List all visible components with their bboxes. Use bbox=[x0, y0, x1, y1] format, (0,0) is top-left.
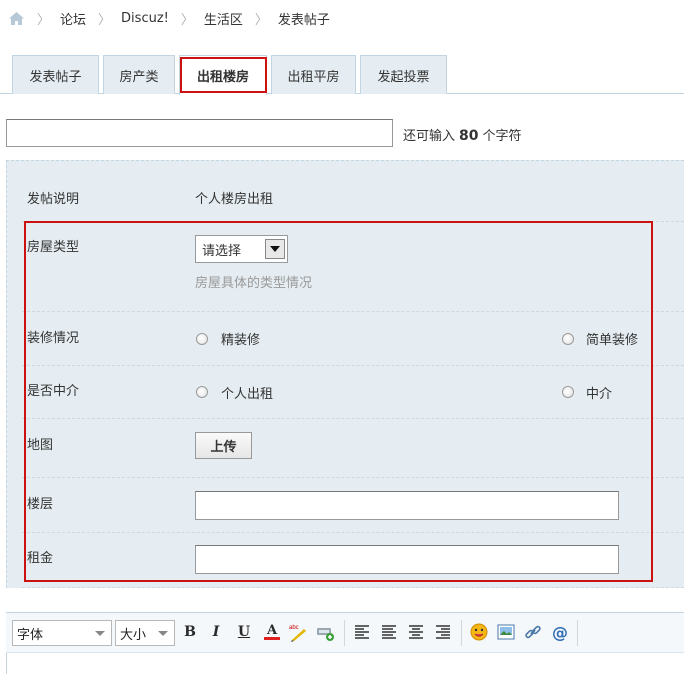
bold-button[interactable]: B bbox=[180, 622, 200, 642]
char-counter: 还可输入 80 个字符 bbox=[403, 125, 522, 144]
font-select[interactable]: 字体 bbox=[12, 620, 112, 646]
breadcrumb-item-discuz[interactable]: Discuz! bbox=[121, 11, 169, 26]
size-select-value: 大小 bbox=[120, 627, 147, 643]
tab-post[interactable]: 发表帖子 bbox=[12, 55, 99, 94]
row-divider bbox=[22, 587, 684, 588]
description-label: 发帖说明 bbox=[27, 192, 80, 207]
chevron-down-icon bbox=[158, 631, 168, 636]
align-left-icon[interactable] bbox=[352, 622, 372, 642]
row-divider bbox=[22, 221, 684, 222]
row-divider bbox=[22, 418, 684, 419]
text-color-button[interactable]: A bbox=[262, 622, 282, 642]
radio-label-personal-rent[interactable]: 个人出租 bbox=[221, 383, 273, 402]
font-select-value: 字体 bbox=[17, 627, 44, 643]
post-type-tabs: 发表帖子 房产类 出租楼房 出租平房 发起投票 bbox=[0, 54, 684, 95]
char-counter-prefix: 还可输入 bbox=[403, 129, 456, 144]
toolbar-divider bbox=[461, 620, 462, 646]
row-divider bbox=[22, 532, 684, 533]
breadcrumb-item-life[interactable]: 生活区 bbox=[204, 9, 243, 28]
tab-poll[interactable]: 发起投票 bbox=[360, 55, 447, 94]
image-icon[interactable] bbox=[496, 622, 516, 642]
spellcheck-icon[interactable]: abc bbox=[288, 622, 308, 642]
align-center-icon[interactable] bbox=[406, 622, 426, 642]
breadcrumb: 〉 论坛 〉 Discuz! 〉 生活区 〉 发表帖子 bbox=[8, 8, 330, 28]
decoration-label: 装修情况 bbox=[27, 331, 80, 346]
chevron-down-icon[interactable] bbox=[265, 239, 285, 259]
svg-text:abc: abc bbox=[289, 625, 299, 631]
description-value: 个人楼房出租 bbox=[195, 192, 274, 207]
tab-rent-bungalow[interactable]: 出租平房 bbox=[271, 55, 356, 94]
house-type-label: 房屋类型 bbox=[27, 240, 80, 255]
breadcrumb-separator: 〉 bbox=[37, 12, 51, 28]
text-color-icon: A bbox=[266, 623, 278, 638]
house-type-selected: 请选择 bbox=[202, 243, 242, 259]
floor-input[interactable] bbox=[195, 491, 619, 520]
tab-rent-building[interactable]: 出租楼房 bbox=[179, 55, 267, 95]
map-label: 地图 bbox=[27, 438, 54, 453]
upload-button[interactable]: 上传 bbox=[195, 432, 252, 459]
underline-button[interactable]: U bbox=[234, 622, 254, 642]
size-select[interactable]: 大小 bbox=[115, 620, 175, 646]
rent-label: 租金 bbox=[27, 551, 54, 566]
breadcrumb-separator: 〉 bbox=[180, 12, 194, 28]
radio-agent[interactable] bbox=[562, 386, 574, 398]
breadcrumb-separator: 〉 bbox=[254, 12, 268, 28]
chevron-down-icon bbox=[95, 631, 105, 636]
agent-label: 是否中介 bbox=[27, 384, 80, 399]
char-counter-suffix: 个字符 bbox=[482, 129, 522, 144]
breadcrumb-item-forum[interactable]: 论坛 bbox=[60, 9, 86, 28]
radio-label-agent[interactable]: 中介 bbox=[586, 383, 612, 402]
toolbar-divider bbox=[577, 620, 578, 646]
align-right-icon[interactable] bbox=[433, 622, 453, 642]
radio-label-fine-decoration[interactable]: 精装修 bbox=[221, 329, 260, 348]
at-mention-icon[interactable]: @ bbox=[550, 622, 570, 642]
text-color-bar bbox=[264, 637, 280, 640]
radio-personal-rent[interactable] bbox=[196, 386, 208, 398]
radio-simple-decoration[interactable] bbox=[562, 333, 574, 345]
house-type-hint: 房屋具体的类型情况 bbox=[195, 276, 313, 291]
home-icon[interactable] bbox=[8, 11, 25, 26]
form-panel bbox=[6, 160, 684, 588]
emoji-icon[interactable] bbox=[469, 622, 489, 642]
row-divider bbox=[22, 365, 684, 366]
link-icon[interactable] bbox=[523, 622, 543, 642]
breadcrumb-item-post: 发表帖子 bbox=[277, 12, 330, 28]
floor-label: 楼层 bbox=[27, 497, 54, 512]
toolbar-divider bbox=[344, 620, 345, 646]
char-counter-value: 80 bbox=[459, 128, 479, 144]
rent-input[interactable] bbox=[195, 545, 619, 574]
house-type-select[interactable]: 请选择 bbox=[195, 235, 288, 263]
align-justify-icon[interactable] bbox=[379, 622, 399, 642]
title-input[interactable] bbox=[6, 119, 393, 147]
tab-real-estate[interactable]: 房产类 bbox=[103, 55, 175, 94]
italic-button[interactable]: I bbox=[206, 622, 226, 642]
format-painter-icon[interactable] bbox=[315, 622, 335, 642]
row-divider bbox=[22, 477, 684, 478]
radio-fine-decoration[interactable] bbox=[196, 333, 208, 345]
row-divider bbox=[22, 311, 684, 312]
radio-label-simple-decoration[interactable]: 简单装修 bbox=[586, 329, 638, 348]
breadcrumb-separator: 〉 bbox=[98, 12, 112, 28]
